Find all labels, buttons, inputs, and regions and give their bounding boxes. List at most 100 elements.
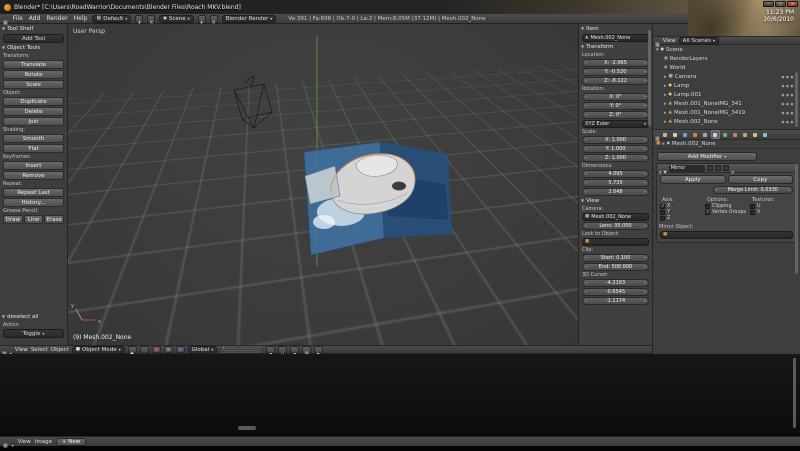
snap-element-dropdown[interactable] bbox=[290, 346, 300, 353]
operator-panel-header[interactable]: deselect all bbox=[1, 313, 66, 321]
flat-button[interactable]: Flat bbox=[3, 144, 64, 153]
copy-button[interactable]: Copy bbox=[727, 175, 793, 184]
properties-scrollbar[interactable] bbox=[795, 164, 798, 274]
pivot-center-dropdown[interactable] bbox=[139, 346, 149, 353]
scale-z-field[interactable]: Z: 1.000 bbox=[582, 154, 649, 162]
insert-keyframe-button[interactable]: Insert bbox=[3, 161, 64, 170]
visibility-icons[interactable] bbox=[781, 110, 795, 116]
join-button[interactable]: Join bbox=[3, 117, 64, 126]
axis-x-checkbox[interactable]: ✓ bbox=[660, 204, 665, 209]
texture-v-checkbox[interactable] bbox=[750, 210, 755, 215]
image-view-menu[interactable]: View bbox=[18, 439, 31, 445]
cursor-y-field[interactable]: -0.6545 bbox=[582, 288, 649, 296]
visibility-icons[interactable] bbox=[781, 83, 795, 89]
image-editor-hscrollbar[interactable] bbox=[238, 426, 256, 430]
outliner-scrollbar[interactable] bbox=[795, 72, 798, 127]
close-button[interactable]: × bbox=[787, 1, 798, 7]
scale-manipulator-toggle[interactable] bbox=[175, 346, 185, 353]
duplicate-button[interactable]: Duplicate bbox=[3, 97, 64, 106]
tab-physics-icon[interactable] bbox=[761, 130, 770, 139]
gp-draw-button[interactable]: Draw bbox=[3, 215, 23, 224]
editor-type-button[interactable] bbox=[655, 127, 660, 143]
tab-texture-icon[interactable] bbox=[741, 130, 750, 139]
image-menu[interactable]: Image bbox=[35, 439, 52, 445]
clipping-checkbox[interactable] bbox=[705, 204, 710, 209]
image-editor-scrollbar[interactable] bbox=[793, 358, 796, 428]
rotation-x-field[interactable]: X: 0° bbox=[582, 93, 649, 101]
mode-dropdown[interactable]: Object Mode bbox=[71, 345, 125, 354]
scale-button[interactable]: Scale bbox=[3, 80, 64, 89]
tab-render-icon[interactable] bbox=[661, 130, 670, 139]
location-y-field[interactable]: Y: -0.520 bbox=[582, 68, 649, 76]
add-modifier-button[interactable]: Add Modifier bbox=[657, 152, 757, 161]
camera-object-field[interactable]: Mesh.002_None bbox=[582, 213, 649, 221]
cursor-z-field[interactable]: -1.1174 bbox=[582, 297, 649, 305]
modifier-header[interactable]: Mirror bbox=[657, 164, 796, 173]
rotation-mode-dropdown[interactable]: XYZ Euler bbox=[582, 120, 649, 128]
rotation-z-field[interactable]: Z: 0° bbox=[582, 111, 649, 119]
outliner-row-mesh-001-img341[interactable]: Mesh.001_NoneIMG_341 bbox=[653, 99, 800, 108]
camera-object[interactable] bbox=[233, 75, 273, 129]
cursor-x-field[interactable]: -4.2193 bbox=[582, 279, 649, 287]
outliner-row-lamp[interactable]: Lamp bbox=[653, 81, 800, 90]
expand-icon[interactable] bbox=[664, 119, 667, 125]
tab-material-icon[interactable] bbox=[731, 130, 740, 139]
orientation-dropdown[interactable]: Global bbox=[187, 345, 218, 354]
modifier-visibility-toggle[interactable] bbox=[714, 165, 721, 171]
outliner-row-mesh-002[interactable]: Mesh.002_None bbox=[653, 117, 800, 126]
item-name-field[interactable]: Mesh.002_None bbox=[582, 34, 649, 42]
tab-scene-icon[interactable] bbox=[671, 130, 680, 139]
uv-image-editor[interactable] bbox=[0, 354, 800, 436]
menu-help[interactable]: Help bbox=[73, 15, 89, 22]
clip-start-field[interactable]: Start: 0.100 bbox=[582, 254, 649, 262]
dimensions-x-field[interactable]: 4.095 bbox=[582, 170, 649, 178]
outliner-row-lamp-001[interactable]: Lamp.001 bbox=[653, 90, 800, 99]
translate-button[interactable]: Translate bbox=[3, 60, 64, 69]
outliner-row-camera[interactable]: Camera bbox=[653, 72, 800, 81]
expand-icon[interactable] bbox=[664, 101, 667, 107]
3d-viewport[interactable]: x y User Persp (9) Mesh.002_None bbox=[68, 24, 578, 345]
visibility-icons[interactable] bbox=[781, 119, 795, 125]
smooth-button[interactable]: Smooth bbox=[3, 134, 64, 143]
transform-panel-header[interactable]: Transform bbox=[580, 43, 651, 51]
outliner-view-menu[interactable]: View bbox=[663, 38, 676, 44]
merge-limit-field[interactable]: Merge Limit: 0.0330 bbox=[712, 186, 793, 194]
menu-add[interactable]: Add bbox=[28, 15, 42, 22]
remove-keyframe-button[interactable]: Remove bbox=[3, 171, 64, 180]
delete-button[interactable]: Delete bbox=[3, 107, 64, 116]
expand-icon[interactable] bbox=[664, 110, 667, 116]
add-scene-button[interactable] bbox=[197, 14, 206, 23]
view-menu[interactable]: View bbox=[15, 347, 28, 353]
new-image-button[interactable]: New bbox=[56, 437, 87, 446]
tab-constraints-icon[interactable] bbox=[701, 130, 710, 139]
select-menu[interactable]: Select bbox=[31, 347, 48, 353]
item-panel-header[interactable]: Item bbox=[580, 25, 651, 33]
scene-lock-icon[interactable] bbox=[266, 346, 276, 353]
axis-y-checkbox[interactable] bbox=[660, 210, 665, 215]
expand-icon[interactable] bbox=[664, 92, 667, 98]
editor-type-button[interactable] bbox=[3, 11, 8, 27]
modifier-render-toggle[interactable] bbox=[706, 165, 713, 171]
lens-field[interactable]: Lens: 35.000 bbox=[582, 222, 649, 230]
minimize-button[interactable]: – bbox=[763, 1, 774, 7]
texture-u-checkbox[interactable] bbox=[750, 204, 755, 209]
repeat-last-button[interactable]: Repeat Last bbox=[3, 188, 64, 197]
clip-end-field[interactable]: End: 500.000 bbox=[582, 263, 649, 271]
tab-data-icon[interactable] bbox=[721, 130, 730, 139]
translate-manipulator-toggle[interactable] bbox=[151, 346, 161, 353]
outliner-row-mesh-001-img3419[interactable]: Mesh.001_NoneIMG_3419 bbox=[653, 108, 800, 117]
window-titlebar[interactable]: Blender* [C:\Users\RoadWarrior\Documents… bbox=[0, 0, 800, 14]
tab-modifiers-icon[interactable] bbox=[710, 130, 720, 139]
location-z-field[interactable]: Z: -8.122 bbox=[582, 77, 649, 85]
action-dropdown[interactable]: Toggle bbox=[3, 329, 64, 338]
add-layout-button[interactable] bbox=[135, 14, 144, 23]
lock-object-field[interactable] bbox=[582, 238, 649, 246]
tab-world-icon[interactable] bbox=[681, 130, 690, 139]
screen-layout-dropdown[interactable]: Default bbox=[92, 14, 132, 23]
viewport-scene[interactable]: x y bbox=[68, 24, 578, 345]
axis-z-checkbox[interactable] bbox=[660, 216, 665, 221]
gp-line-button[interactable]: Line bbox=[23, 215, 44, 224]
visibility-icons[interactable] bbox=[781, 74, 795, 80]
menu-render[interactable]: Render bbox=[45, 15, 68, 22]
scale-x-field[interactable]: X: 1.000 bbox=[582, 136, 649, 144]
